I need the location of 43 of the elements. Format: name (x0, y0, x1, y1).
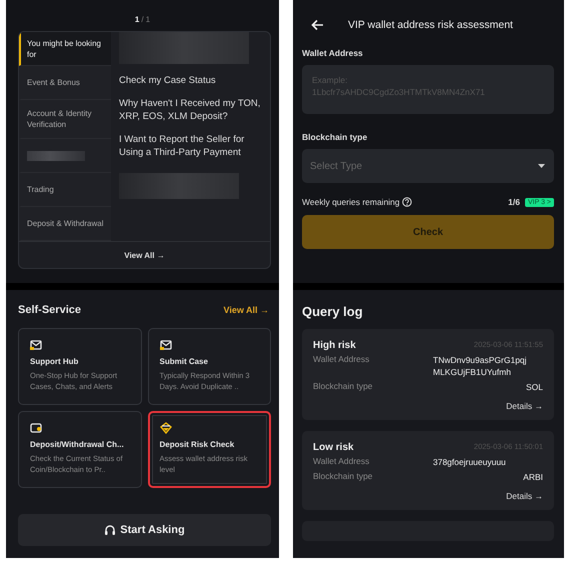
field-name: Wallet Address (313, 456, 370, 466)
view-all-link[interactable]: View All → (223, 305, 269, 315)
page-total: 1 (146, 15, 150, 24)
card-title: Submit Case (160, 357, 208, 366)
field-value: ARBI (522, 471, 543, 483)
card-title: Deposit Risk Check (160, 440, 234, 449)
field-name: Blockchain type (313, 471, 373, 481)
start-asking-button[interactable]: Start Asking (18, 514, 271, 546)
field-name: Wallet Address (313, 354, 370, 364)
risk-level: Low risk (313, 442, 354, 453)
category-tab[interactable]: Account & Identity Verification (19, 100, 111, 139)
field-value: TNwDnv9u9asPGrG1pqj MLKGUjFB1UYufmh (433, 354, 528, 378)
question-link[interactable]: Check my Case Status (119, 74, 264, 87)
headset-icon (104, 524, 116, 536)
back-icon[interactable] (311, 18, 324, 32)
field-label: Wallet Address (302, 48, 364, 58)
question-link[interactable]: Why Haven't I Received my TON, XRP, EOS, XLM Deposit? (119, 97, 264, 123)
field-value: 378gfoejruueuyuuu (433, 456, 507, 468)
dropdown-arrow-icon (538, 164, 545, 168)
page-separator: / (141, 15, 144, 24)
wallet-icon (30, 422, 42, 434)
diamond-icon (160, 422, 172, 434)
help-icon (402, 197, 412, 207)
screen-title: VIP wallet address risk assessment (348, 19, 513, 31)
field-value: SOL (524, 381, 543, 393)
category-tab[interactable]: Deposit & Withdrawal (19, 207, 111, 241)
quota-label: Weekly queries remaining (302, 197, 400, 207)
envelope-icon (160, 339, 172, 351)
envelope-icon (30, 339, 42, 351)
card-title: Deposit/Withdrawal Ch... (30, 440, 124, 449)
quota-value: 1/6 (508, 197, 520, 207)
question-link[interactable]: I Want to Report the Seller for Using a Third-Party Payment (119, 133, 264, 159)
field-name: Blockchain type (313, 381, 373, 391)
page-number: 1 (134, 15, 140, 24)
section-title: Self-Service (18, 304, 81, 316)
field-label: Blockchain type (302, 132, 368, 142)
section-title: Query log (302, 303, 364, 321)
category-tab[interactable]: You might be looking for (19, 32, 111, 66)
category-tab[interactable]: Event & Bonus (19, 66, 111, 100)
view-all-link[interactable]: View All → (19, 241, 270, 268)
category-tab[interactable]: Trading (19, 173, 111, 207)
risk-level: High risk (313, 340, 356, 351)
card-title: Support Hub (30, 357, 78, 366)
